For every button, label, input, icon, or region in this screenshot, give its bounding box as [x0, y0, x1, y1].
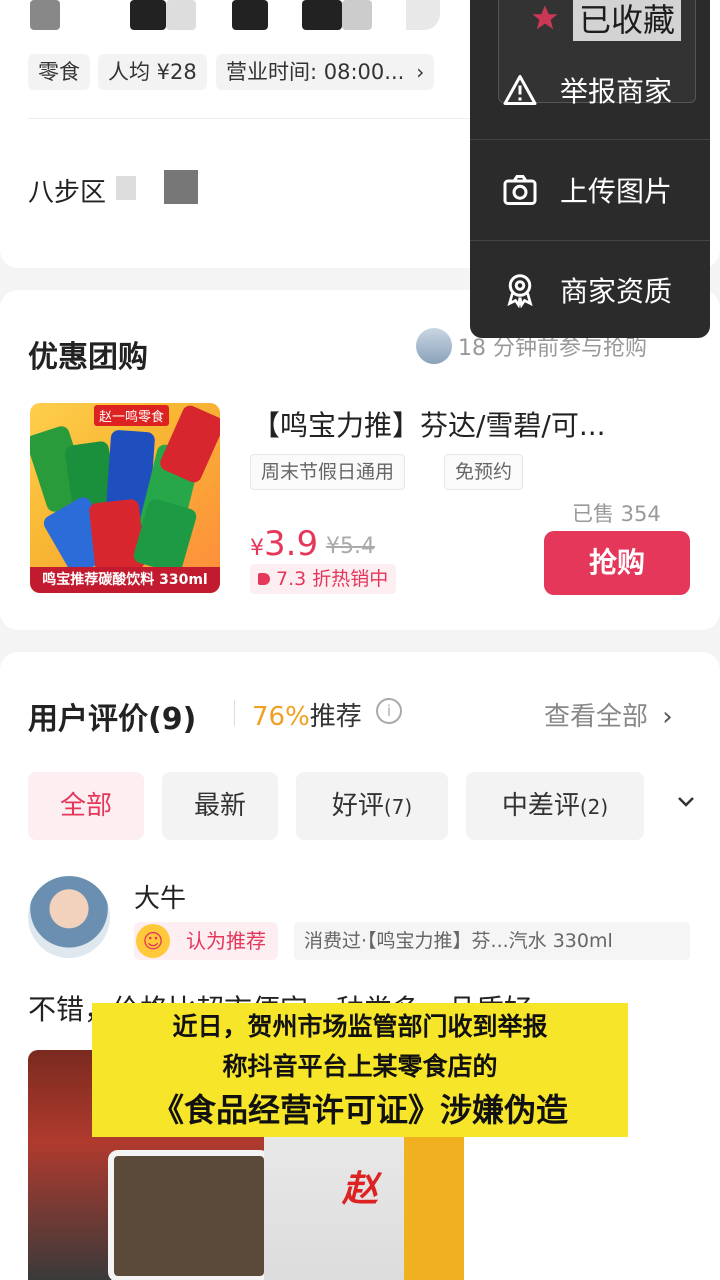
buy-button[interactable]: 抢购	[544, 531, 690, 595]
discount-badge: 7.3 折热销中	[250, 564, 397, 594]
info-icon[interactable]: i	[376, 698, 402, 724]
group-deal-card: 优惠团购 18 分钟前参与抢购 赵一鸣零食 鸣宝推荐碳酸饮料 330ml 【鸣宝…	[0, 290, 720, 630]
recommend-rate: 76%推荐	[252, 696, 362, 733]
caption-line-1: 近日，贺州市场监管部门收到举报	[172, 1012, 548, 1041]
avg-price-tag: 人均 ¥28	[98, 54, 207, 90]
chevron-right-icon: ›	[662, 702, 673, 732]
menu-item-qualification[interactable]: 商家资质	[470, 240, 710, 340]
avatar	[414, 326, 454, 366]
filter-count: (2)	[579, 795, 609, 819]
recommend-label: 推荐	[309, 702, 362, 732]
obscured-block	[130, 0, 166, 30]
smile-icon: ☺	[136, 924, 170, 958]
discount-label: 7.3 折热销中	[276, 568, 389, 590]
recommend-badge-label: 认为推荐	[186, 929, 266, 953]
filter-label: 全部	[59, 791, 112, 821]
recommend-badge: ☺ 认为推荐	[134, 922, 278, 960]
price: ¥3.9	[250, 524, 318, 564]
image-banner: 鸣宝推荐碳酸饮料 330ml	[30, 567, 220, 593]
section-title: 优惠团购	[28, 340, 148, 375]
tag-icon	[258, 573, 270, 585]
obscured-block	[116, 176, 136, 200]
product-title[interactable]: 【鸣宝力推】芬达/雪碧/可...	[252, 404, 606, 444]
reviews-card: 用户评价(9) 76%推荐 i 查看全部 › 全部 最新 好评(7) 中差评(2…	[0, 652, 720, 1280]
business-hours-tag[interactable]: 营业时间: 08:00... ›	[216, 54, 435, 90]
obscured-block	[302, 0, 342, 30]
filter-negative[interactable]: 中差评(2)	[466, 772, 644, 840]
view-all-link[interactable]: 查看全部 ›	[544, 696, 673, 733]
caption-line-3: 《食品经营许可证》涉嫌伪造	[151, 1091, 568, 1129]
obscured-block	[166, 0, 196, 30]
original-price: ¥5.4	[326, 534, 375, 559]
badge-icon	[500, 270, 540, 310]
logo-mark: 赵	[342, 1169, 379, 1210]
filter-all[interactable]: 全部	[28, 772, 144, 840]
caption-line-2: 称抖音平台上某零食店的	[222, 1052, 498, 1081]
address-text[interactable]: 八步区	[28, 172, 106, 209]
basket-shape	[108, 1150, 264, 1280]
reviews-title: 用户评价(9)	[28, 702, 197, 737]
price-value: 3.9	[264, 524, 319, 564]
obscured-block	[164, 170, 198, 204]
category-tag: 零食	[28, 54, 90, 90]
chevron-down-icon[interactable]	[674, 790, 698, 818]
usage-tag: 周末节假日通用	[250, 454, 406, 490]
chevron-right-icon: ›	[416, 60, 425, 84]
currency-symbol: ¥	[250, 536, 264, 561]
recommend-percent: 76%	[252, 702, 310, 732]
filter-label: 最新	[193, 791, 246, 821]
reservation-tag: 免预约	[444, 454, 524, 490]
avatar[interactable]	[28, 876, 110, 958]
business-hours-label: 营业时间: 08:00...	[226, 60, 405, 84]
news-caption: 近日，贺州市场监管部门收到举报 称抖音平台上某零食店的 《食品经营许可证》涉嫌伪…	[92, 1003, 628, 1137]
warning-icon	[500, 70, 540, 110]
obscured-block	[30, 0, 60, 30]
filter-count: (7)	[383, 795, 413, 819]
divider	[234, 700, 235, 726]
filter-label: 中差评	[501, 791, 580, 821]
menu-item-upload-photo[interactable]: 上传图片	[470, 140, 710, 240]
menu-item-label: 举报商家	[560, 75, 673, 108]
filter-label: 好评	[331, 791, 384, 821]
reviewer-name[interactable]: 大牛	[134, 878, 186, 915]
obscured-block	[232, 0, 268, 30]
filter-latest[interactable]: 最新	[162, 772, 278, 840]
menu-item-label: 上传图片	[560, 175, 673, 208]
filter-positive[interactable]: 好评(7)	[296, 772, 448, 840]
view-all-label: 查看全部	[544, 702, 649, 732]
camera-icon	[500, 170, 540, 210]
consumed-info[interactable]: 消费过·【鸣宝力推】芬...汽水 330ml	[294, 922, 690, 960]
menu-item-report[interactable]: 举报商家	[470, 40, 710, 140]
menu-item-label: 商家资质	[560, 275, 673, 308]
obscured-block	[406, 0, 440, 30]
more-options-menu: 已收藏 举报商家 上传图片 商家资质	[470, 0, 710, 338]
obscured-block	[342, 0, 372, 30]
image-brand-label: 赵一鸣零食	[94, 405, 170, 426]
divider	[28, 118, 470, 119]
sold-count: 已售 354	[572, 502, 661, 526]
product-image[interactable]: 赵一鸣零食 鸣宝推荐碳酸饮料 330ml	[30, 403, 220, 593]
